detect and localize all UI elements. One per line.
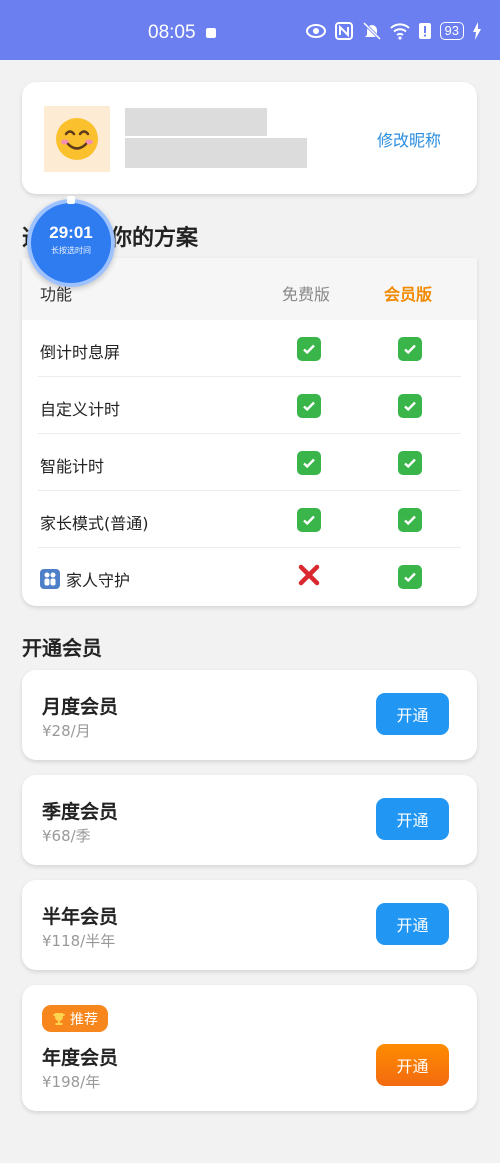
eye-icon	[305, 24, 326, 38]
table-row: 自定义计时	[38, 377, 461, 434]
comparison-table: 功能 免费版 会员版 倒计时息屏 自定义计时 智能计时 家长模式(普通) 家人守…	[22, 258, 477, 606]
check-icon	[398, 565, 422, 589]
charging-icon	[473, 22, 481, 40]
recommend-badge: 推荐	[42, 1005, 108, 1032]
status-bar: 08:05 93	[0, 0, 500, 60]
badge-label: 推荐	[70, 1011, 98, 1028]
cross-icon	[297, 563, 321, 587]
check-icon	[398, 337, 422, 361]
table-row: 倒计时息屏	[38, 320, 461, 377]
plan-price: ¥118/半年	[42, 932, 116, 950]
timer-drag-handle[interactable]	[67, 196, 75, 204]
feature-label: 自定义计时	[40, 400, 121, 419]
trophy-icon	[53, 1012, 65, 1025]
check-icon	[297, 394, 321, 418]
feature-label: 家人守护	[66, 571, 131, 590]
profile-card: 修改昵称	[22, 82, 477, 194]
check-icon	[398, 394, 422, 418]
nfc-icon	[334, 22, 353, 40]
bell-muted-icon	[362, 22, 381, 40]
plan-card-quarterly: 季度会员 ¥68/季 开通	[22, 775, 477, 865]
wifi-icon	[389, 23, 410, 40]
vip-section-title: 开通会员	[22, 636, 102, 660]
nickname-placeholder-line	[125, 138, 307, 168]
header-member: 会员版	[384, 285, 433, 304]
subscribe-yearly-button[interactable]: 开通	[376, 1044, 449, 1086]
plan-price: ¥28/月	[42, 722, 91, 740]
plan-name: 半年会员	[42, 906, 119, 928]
check-icon	[398, 508, 422, 532]
edit-nickname-link[interactable]: 修改昵称	[377, 127, 441, 151]
nickname-placeholder	[125, 108, 267, 136]
subscribe-monthly-button[interactable]: 开通	[376, 693, 449, 735]
feature-label: 智能计时	[40, 457, 105, 476]
table-row: 家长模式(普通)	[38, 491, 461, 548]
avatar[interactable]	[44, 106, 110, 172]
plan-card-half-year: 半年会员 ¥118/半年 开通	[22, 880, 477, 970]
feature-label: 家长模式(普通)	[40, 514, 149, 533]
table-row: 家人守护	[38, 548, 461, 605]
plan-name: 季度会员	[42, 801, 119, 823]
notification-icon	[206, 28, 216, 38]
timer-time: 29:01	[49, 223, 93, 242]
alert-icon	[418, 23, 431, 39]
plan-card-yearly: 推荐 年度会员 ¥198/年 开通	[22, 985, 477, 1111]
plan-price: ¥68/季	[42, 827, 91, 845]
status-time: 08:05	[148, 22, 196, 43]
plan-name: 月度会员	[42, 696, 119, 718]
family-icon	[40, 569, 60, 589]
plan-price: ¥198/年	[42, 1073, 101, 1091]
status-icons: 93	[305, 22, 482, 40]
timer-hint: 长按选时间	[51, 246, 91, 255]
table-row: 智能计时	[38, 434, 461, 491]
floating-timer[interactable]: 29:01 长按选时间	[27, 196, 115, 287]
subscribe-quarterly-button[interactable]: 开通	[376, 798, 449, 840]
subscribe-half-year-button[interactable]: 开通	[376, 903, 449, 945]
feature-label-row: 家人守护	[40, 567, 130, 591]
plan-card-monthly: 月度会员 ¥28/月 开通	[22, 670, 477, 760]
battery-indicator: 93	[439, 22, 464, 40]
plan-name: 年度会员	[42, 1047, 119, 1069]
feature-label: 倒计时息屏	[40, 343, 121, 362]
header-free: 免费版	[282, 285, 331, 304]
smiling-face-icon	[56, 118, 98, 160]
check-icon	[297, 508, 321, 532]
check-icon	[297, 337, 321, 361]
check-icon	[398, 451, 422, 475]
check-icon	[297, 451, 321, 475]
